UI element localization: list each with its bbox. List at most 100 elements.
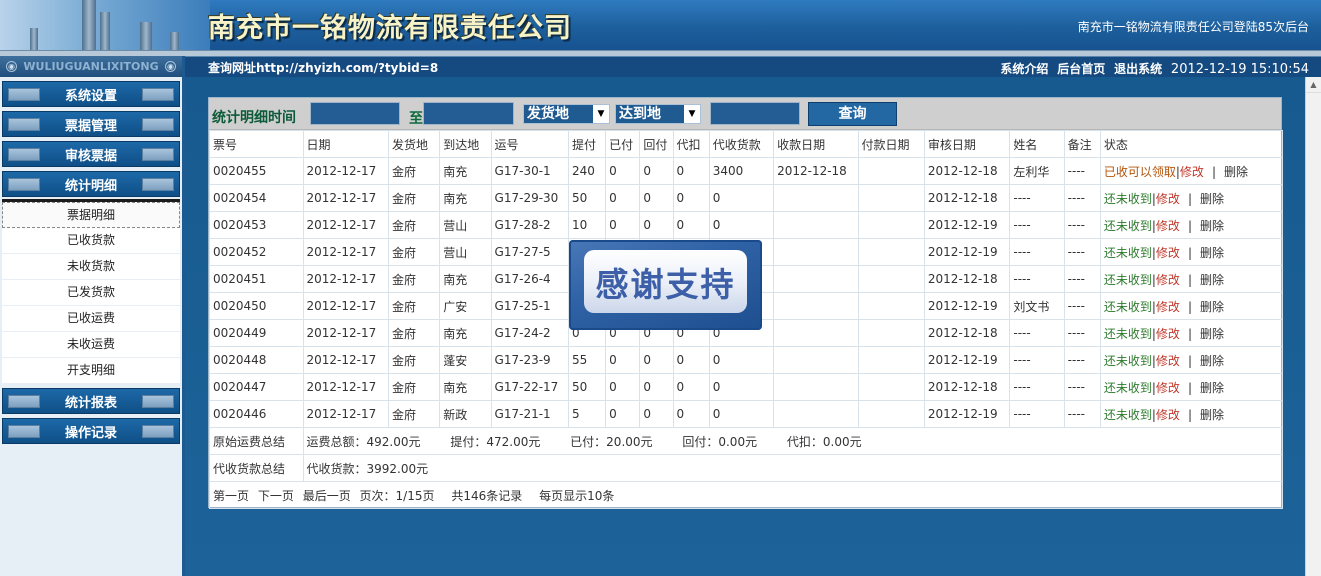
destination-select[interactable]: 达到地 ▼: [615, 104, 701, 124]
cell-remark: ----: [1063, 319, 1101, 347]
edit-link[interactable]: 修改: [1156, 192, 1180, 206]
cell-payment-date: [857, 211, 925, 239]
cell-shipment-no: G17-26-4: [490, 265, 569, 293]
edit-link[interactable]: 修改: [1156, 327, 1180, 341]
thanks-overlay[interactable]: 感谢支持: [569, 240, 762, 330]
edit-link[interactable]: 修改: [1156, 354, 1180, 368]
sidebar-item-unreceived-freight[interactable]: 未收运费: [2, 332, 180, 358]
delete-link[interactable]: 删除: [1200, 300, 1224, 314]
table-row: 0020453 2012-12-17 金府 营山 G17-28-2 10 0 0 0 0 2012-…: [209, 211, 1284, 239]
freight-paid: 已付：20.00元: [570, 434, 653, 449]
cell-review-date: 2012-12-19: [923, 400, 1011, 428]
cell-date: 2012-12-17: [302, 238, 389, 266]
cell-ticket-no: 0020454: [209, 184, 304, 212]
edit-link[interactable]: 修改: [1180, 165, 1204, 179]
cell-date: 2012-12-17: [302, 346, 389, 374]
cell-name: ----: [1009, 346, 1065, 374]
cell-name: ----: [1009, 238, 1065, 266]
nav-home-link[interactable]: 后台首页: [1057, 62, 1105, 76]
cell-shipment-no: G17-24-2: [490, 319, 569, 347]
col-review-date: 审核日期: [923, 130, 1011, 158]
cell-paid: 0: [605, 211, 641, 239]
delete-link[interactable]: 删除: [1200, 408, 1224, 422]
separator: |: [1187, 218, 1192, 233]
vertical-scrollbar[interactable]: ▲: [1305, 77, 1321, 576]
cell-destination: 广安: [439, 292, 492, 320]
cell-destination: 新政: [439, 400, 492, 428]
next-page-link[interactable]: 下一页: [258, 489, 294, 503]
sidebar-item-received-freight[interactable]: 已收运费: [2, 306, 180, 332]
cell-origin: 金府: [387, 211, 441, 239]
sidebar-section-stat-details[interactable]: 统计明细: [2, 171, 180, 197]
sidebar-item-unreceived-goods-payment[interactable]: 未收货款: [2, 254, 180, 280]
end-date-input[interactable]: [423, 102, 514, 125]
sidebar-item-paid-goods-payment[interactable]: 已发货款: [2, 280, 180, 306]
edit-link[interactable]: 修改: [1156, 300, 1180, 314]
freight-pickup: 提付：472.00元: [450, 434, 541, 449]
cell-payment-date: [857, 292, 925, 320]
sidebar-section-stat-reports[interactable]: 统计报表: [2, 388, 180, 414]
delete-link[interactable]: 删除: [1200, 354, 1224, 368]
separator: |: [1187, 380, 1192, 395]
cell-shipment-no: G17-21-1: [490, 400, 569, 428]
cell-received-date: [773, 292, 859, 320]
cell-deduct: 0: [672, 211, 710, 239]
delete-link[interactable]: 删除: [1200, 327, 1224, 341]
sidebar-item-received-goods-payment[interactable]: 已收货款: [2, 228, 180, 254]
cell-pay-on-pickup: 10: [567, 211, 607, 239]
delete-link[interactable]: 删除: [1200, 273, 1224, 287]
top-nav-bar: 查询网址http://zhyizh.com/?tybid=8 系统介绍 后台首页…: [185, 56, 1321, 77]
first-page-link[interactable]: 第一页: [213, 489, 249, 503]
nav-logout-link[interactable]: 退出系统: [1114, 62, 1162, 76]
table-row: 0020446 2012-12-17 金府 新政 G17-21-1 5 0 0 0 0 2012-1…: [209, 400, 1284, 428]
cell-origin: 金府: [387, 292, 441, 320]
cell-date: 2012-12-17: [302, 319, 389, 347]
edit-link[interactable]: 修改: [1156, 273, 1180, 287]
keyword-input[interactable]: [710, 102, 800, 125]
delete-link[interactable]: 删除: [1200, 192, 1224, 206]
cell-shipment-no: G17-27-5: [490, 238, 569, 266]
cod-summary-label: 代收货款总结: [209, 454, 304, 482]
col-status: 状态: [1099, 130, 1284, 158]
col-date: 日期: [302, 130, 389, 158]
start-date-input[interactable]: [310, 102, 400, 125]
delete-link[interactable]: 删除: [1200, 381, 1224, 395]
nav-system-intro-link[interactable]: 系统介绍: [1000, 62, 1048, 76]
last-page-link[interactable]: 最后一页: [303, 489, 351, 503]
col-pay-on-pickup: 提付: [567, 130, 607, 158]
sidebar-section-review-tickets[interactable]: 审核票据: [2, 141, 180, 167]
edit-link[interactable]: 修改: [1156, 408, 1180, 422]
sidebar-section-ticket-management[interactable]: 票据管理: [2, 111, 180, 137]
cell-received-date: 2012-12-18: [773, 157, 859, 185]
freight-deduct: 代扣：0.00元: [786, 434, 862, 449]
cell-shipment-no: G17-25-1: [490, 292, 569, 320]
cell-received-date: [773, 373, 859, 401]
sidebar-item-ticket-details[interactable]: 票据明细: [2, 202, 180, 228]
cell-destination: 南充: [439, 184, 492, 212]
freight-total: 运费总额：492.00元: [306, 434, 421, 449]
cell-review-date: 2012-12-19: [923, 211, 1011, 239]
cell-destination: 营山: [439, 211, 492, 239]
sidebar-item-expense-details[interactable]: 开支明细: [2, 358, 180, 384]
edit-link[interactable]: 修改: [1156, 219, 1180, 233]
edit-link[interactable]: 修改: [1156, 381, 1180, 395]
sidebar-section-system-settings[interactable]: 系统设置: [2, 81, 180, 107]
separator: |: [1187, 407, 1192, 422]
delete-link[interactable]: 删除: [1200, 219, 1224, 233]
cell-review-date: 2012-12-19: [923, 292, 1011, 320]
status-text: 还未收到: [1103, 299, 1152, 314]
cell-name: ----: [1009, 319, 1065, 347]
query-button[interactable]: 查询: [808, 102, 897, 126]
scroll-up-icon[interactable]: ▲: [1306, 77, 1321, 93]
delete-link[interactable]: 删除: [1224, 165, 1248, 179]
cell-name: 左利华: [1009, 157, 1065, 185]
freight-summary-values: 运费总额：492.00元 提付：472.00元 已付：20.00元 回付：0.0…: [302, 427, 1284, 455]
delete-link[interactable]: 删除: [1200, 246, 1224, 260]
origin-select[interactable]: 发货地 ▼: [523, 104, 610, 124]
col-payment-date: 付款日期: [857, 130, 925, 158]
sidebar-section-operation-log[interactable]: 操作记录: [2, 418, 180, 444]
cell-payment-date: [857, 319, 925, 347]
cell-payment-date: [857, 373, 925, 401]
cell-received-date: [773, 319, 859, 347]
edit-link[interactable]: 修改: [1156, 246, 1180, 260]
